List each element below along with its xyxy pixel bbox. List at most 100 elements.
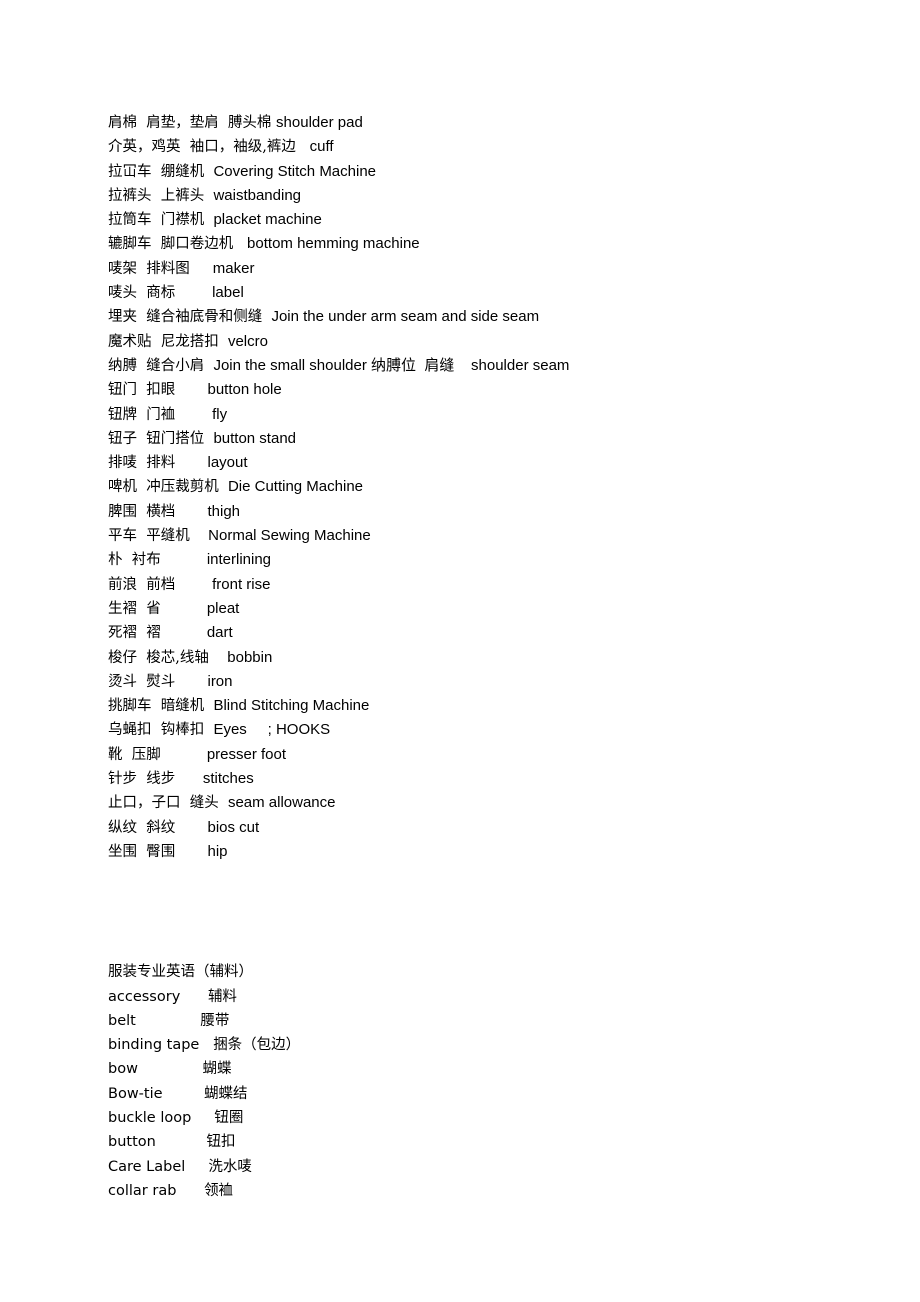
term-chinese: 纵纹 斜纹 <box>108 819 208 836</box>
term-chinese: 介英，鸡英 袖口，袖级,裤边 <box>108 139 310 156</box>
term-row: buckle loop 钮圈 <box>108 1106 888 1130</box>
term-row: 拉筒车 门襟机 placket machine <box>108 207 888 231</box>
term-row: 靴 压脚 presser foot <box>108 742 888 766</box>
term-chinese: 纳膊 缝合小肩 <box>108 357 214 374</box>
term-chinese: 乌蝇扣 钩棒扣 <box>108 722 214 739</box>
term-english: hip <box>207 842 228 860</box>
term-chinese: 辅料 <box>207 988 237 1005</box>
section-separator <box>108 863 888 960</box>
term-chinese: 魔术贴 尼龙搭扣 <box>108 333 228 350</box>
section-heading: 服装专业英语（辅料） <box>108 964 253 981</box>
term-chinese: 挑脚车 暗缝机 <box>108 698 214 715</box>
term-english: interlining <box>206 551 272 569</box>
term-english: fly <box>212 405 228 423</box>
term-chinese: 止口，子口 缝头 <box>108 795 228 812</box>
term-english: maker <box>212 259 255 277</box>
term-english: seam allowance <box>227 794 336 812</box>
term-english: bottom hemming machine <box>247 235 420 253</box>
term-english: stitches <box>202 770 254 788</box>
term-chinese: 腰带 <box>200 1012 230 1029</box>
term-row: 平车 平缝机 Normal Sewing Machine <box>108 523 888 547</box>
term-row: 介英，鸡英 袖口，袖级,裤边 cuff <box>108 134 888 158</box>
term-row: 拉裤头 上裤头 waistbanding <box>108 183 888 207</box>
term-english: Covering Stitch Machine <box>213 162 377 180</box>
term-row: 前浪 前档 front rise <box>108 572 888 596</box>
term-english: layout <box>207 454 248 472</box>
term-row: bow 蝴蝶 <box>108 1057 888 1081</box>
term-row: 埋夹 缝合袖底骨和侧缝 Join the under arm seam and … <box>108 304 888 328</box>
term-english: label <box>212 284 244 302</box>
term-chinese: 针步 线步 <box>108 771 203 788</box>
term-english: Normal Sewing Machine <box>208 527 371 545</box>
term-chinese: 埋夹 缝合袖底骨和侧缝 <box>108 309 272 326</box>
term-chinese: 拉裤头 上裤头 <box>108 187 214 204</box>
term-chinese: 平车 平缝机 <box>108 528 209 545</box>
term-english: bow <box>108 1061 203 1078</box>
term-chinese: 蝴蝶结 <box>204 1085 248 1102</box>
term-row: 坐围 臀围 hip <box>108 839 888 863</box>
term-english: bobbin <box>227 648 273 666</box>
term-row: collar rab 领裇 <box>108 1179 888 1203</box>
term-row: 烫斗 熨斗 iron <box>108 669 888 693</box>
term-row: 辘脚车 脚口卷边机 bottom hemming machine <box>108 231 888 255</box>
term-chinese: 钮扣 <box>206 1134 236 1151</box>
term-chinese: 洗水唛 <box>208 1158 252 1175</box>
term-chinese: 唛架 排料图 <box>108 260 213 277</box>
document-content: 肩棉 肩垫，垫肩 膊头棉 shoulder pad 介英，鸡英 袖口，袖级,裤边… <box>108 110 888 1203</box>
term-row: 生褶 省 pleat <box>108 596 888 620</box>
term-english: Eyes ; HOOKS <box>213 721 331 739</box>
term-chinese: 靴 压脚 <box>108 746 207 763</box>
section-accessory-terms: 服装专业英语（辅料） accessory 辅料 belt 腰带 binding … <box>108 960 888 1203</box>
term-row: 针步 线步 stitches <box>108 766 888 790</box>
term-english: front rise <box>212 575 271 593</box>
term-row: accessory 辅料 <box>108 985 888 1009</box>
term-english: accessory <box>108 988 208 1005</box>
term-chinese: 领裇 <box>204 1182 234 1199</box>
term-row: Care Label 洗水唛 <box>108 1155 888 1179</box>
term-chinese: 坐围 臀围 <box>108 843 208 860</box>
term-english: buckle loop <box>108 1109 215 1126</box>
term-chinese: 捆条（包边） <box>213 1037 301 1054</box>
term-chinese: 烫斗 熨斗 <box>108 673 208 690</box>
term-row: belt 腰带 <box>108 1009 888 1033</box>
term-row: 死褶 褶 dart <box>108 620 888 644</box>
term-english: iron <box>207 672 233 690</box>
term-row: 钮牌 门裇 fly <box>108 402 888 426</box>
term-english: Die Cutting Machine <box>227 478 364 496</box>
term-chinese: 排唛 排料 <box>108 455 208 472</box>
term-english: placket machine <box>213 211 322 229</box>
term-chinese: 拉筒车 门襟机 <box>108 212 214 229</box>
term-english: Care Label <box>108 1158 209 1175</box>
term-row: 止口，子口 缝头 seam allowance <box>108 790 888 814</box>
term-english: button <box>108 1134 207 1151</box>
term-row: 纵纹 斜纹 bios cut <box>108 815 888 839</box>
term-chinese: 拉冚车 绷缝机 <box>108 163 214 180</box>
term-row: 魔术贴 尼龙搭扣 velcro <box>108 329 888 353</box>
term-row: 肩棉 肩垫，垫肩 膊头棉 shoulder pad <box>108 110 888 134</box>
term-english: button hole <box>207 381 282 399</box>
term-row: 梭仔 梭芯,线轴 bobbin <box>108 645 888 669</box>
term-english: belt <box>108 1012 201 1029</box>
term-row: 拉冚车 绷缝机 Covering Stitch Machine <box>108 159 888 183</box>
term-row: 唛架 排料图 maker <box>108 256 888 280</box>
term-row: Bow-tie 蝴蝶结 <box>108 1082 888 1106</box>
term-row: 脾围 横档 thigh <box>108 499 888 523</box>
term-chinese: 钮牌 门裇 <box>108 406 213 423</box>
term-chinese: 蝴蝶 <box>202 1061 232 1078</box>
term-chinese: 钮门 扣眼 <box>108 382 208 399</box>
term-chinese: 钮子 钮门搭位 <box>108 430 214 447</box>
term-english: presser foot <box>206 745 287 763</box>
section-garment-terms: 肩棉 肩垫，垫肩 膊头棉 shoulder pad 介英，鸡英 袖口，袖级,裤边… <box>108 110 888 863</box>
term-english: Bow-tie <box>108 1085 205 1102</box>
term-row: 排唛 排料 layout <box>108 450 888 474</box>
term-chinese: 唛头 商标 <box>108 285 213 302</box>
term-english: Blind Stitching Machine <box>213 697 370 715</box>
term-row: button 钮扣 <box>108 1130 888 1154</box>
term-english: thigh <box>207 502 241 520</box>
term-english: shoulder pad <box>276 114 363 131</box>
term-chinese: 钮圈 <box>214 1109 244 1126</box>
term-row: 纳膊 缝合小肩 Join the small shoulder 纳膊位 肩缝 s… <box>108 353 888 377</box>
term-chinese: 肩棉 肩垫，垫肩 膊头棉 <box>108 115 277 131</box>
term-english: bios cut <box>207 818 260 836</box>
term-english: dart <box>206 624 233 642</box>
